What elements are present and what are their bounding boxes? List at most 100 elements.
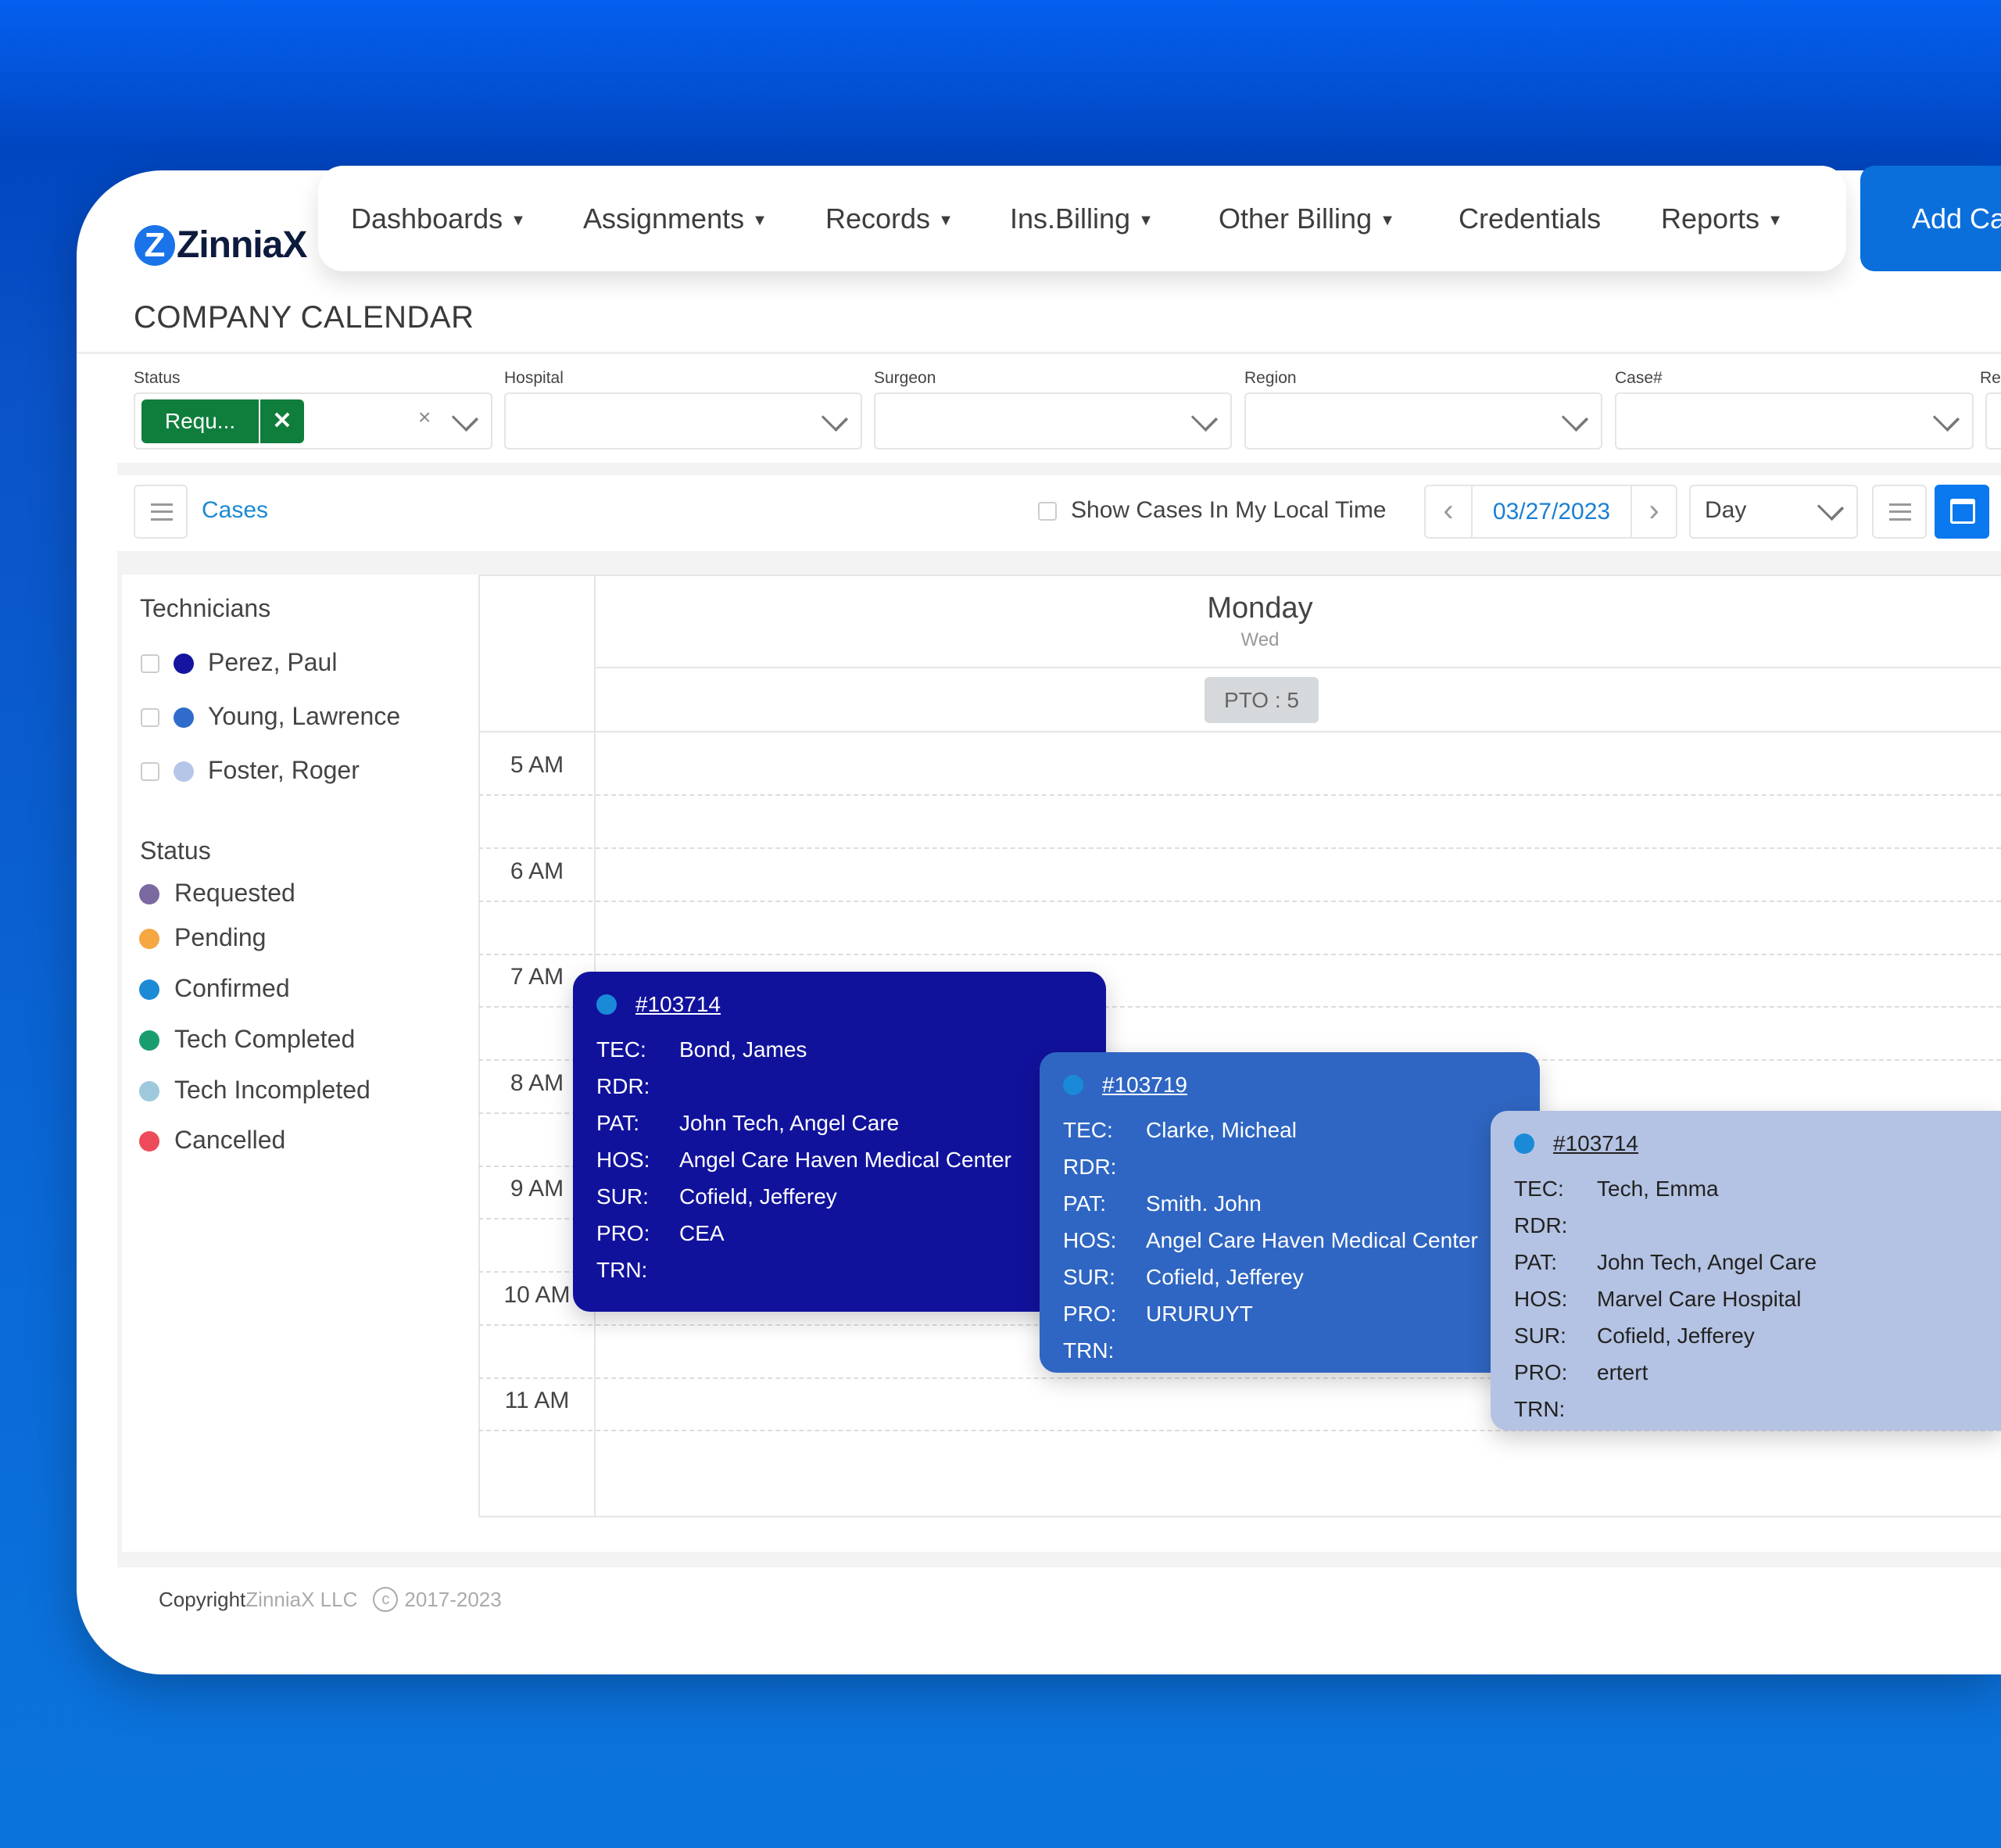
region-filter-label: Region: [1244, 369, 1297, 387]
case-event-card[interactable]: #103714 TEC: Tech, Emma RDR: PAT: John Tech, …: [1491, 1111, 2001, 1431]
technician-color-dot: [174, 654, 194, 674]
case-event-card[interactable]: #103719 TEC: Clarke, Micheal RDR: PAT: Smith.…: [1040, 1052, 1540, 1373]
case-field: TEC: Clarke, Micheal: [1063, 1112, 1516, 1148]
region-filter[interactable]: [1244, 392, 1602, 449]
cases-link[interactable]: Cases: [202, 497, 268, 524]
technician-checkbox[interactable]: [141, 654, 159, 673]
technician-color-dot: [174, 707, 194, 728]
case-filter[interactable]: [1615, 392, 1974, 449]
case-field-key: PAT:: [1514, 1249, 1557, 1274]
nav-item-records[interactable]: Records ▼: [825, 166, 954, 271]
pto-badge[interactable]: PTO : 5: [1205, 677, 1319, 723]
caret-down-icon: ▼: [938, 211, 954, 229]
sidebar-toggle-button[interactable]: [134, 485, 188, 539]
caret-down-icon: ▼: [1380, 211, 1395, 229]
technician-color-dot: [174, 761, 194, 782]
copyright-years: 2017-2023: [404, 1587, 502, 1611]
add-case-button[interactable]: Add Ca: [1860, 166, 2001, 271]
case-field: PRO: URURUYT: [1063, 1295, 1516, 1332]
status-legend-label: Tech Incompleted: [174, 1076, 370, 1104]
case-field-key: TEC:: [596, 1037, 646, 1062]
date-field[interactable]: 03/27/2023: [1473, 486, 1631, 537]
calendar-view-button[interactable]: [1935, 485, 1989, 539]
surgeon-filter-label: Surgeon: [874, 369, 936, 387]
footer: Copyright ZinniaX LLC c 2017-2023: [159, 1587, 502, 1612]
case-field: TRN:: [1063, 1332, 1516, 1369]
divider: [117, 551, 2001, 575]
prev-date-button[interactable]: ‹: [1426, 486, 1473, 537]
copyright-icon: c: [373, 1587, 399, 1612]
nav-item-credentials[interactable]: Credentials: [1459, 166, 1601, 271]
case-event-card[interactable]: #103714 TEC: Bond, James RDR: PAT: John Tech,…: [573, 972, 1106, 1312]
next-date-button[interactable]: ›: [1631, 486, 1676, 537]
case-field-value: John Tech, Angel Care: [1597, 1249, 1817, 1274]
status-legend-label: Confirmed: [174, 974, 290, 1002]
status-filter[interactable]: Requ... ✕ ×: [134, 392, 492, 449]
case-id: #103714: [635, 992, 721, 1016]
case-field-key: TEC:: [1514, 1176, 1564, 1201]
nav-item-label: Dashboards: [351, 202, 503, 235]
case-id-link[interactable]: #103714: [596, 989, 1083, 1020]
list-view-button[interactable]: [1872, 485, 1927, 539]
caret-down-icon: ▼: [510, 211, 526, 229]
status-color-dot: [139, 1030, 159, 1051]
case-field-value: John Tech, Angel Care: [679, 1110, 900, 1135]
case-id-link[interactable]: #103719: [1063, 1069, 1516, 1101]
chevron-down-icon: [1190, 404, 1219, 432]
case-field-value: Cofield, Jefferey: [1597, 1323, 1755, 1348]
view-select[interactable]: Day: [1689, 485, 1858, 539]
status-color-dot: [139, 1131, 159, 1151]
case-field-key: HOS:: [1063, 1227, 1117, 1252]
view-select-value: Day: [1705, 497, 1747, 523]
local-time-checkbox[interactable]: [1038, 502, 1057, 521]
technician-checkbox[interactable]: [141, 762, 159, 781]
hour-label: 11 AM: [504, 1388, 570, 1413]
case-field-value: Smith. John: [1146, 1191, 1262, 1216]
date-navigator: ‹ 03/27/2023 ›: [1424, 485, 1677, 539]
brand-name: ZinniaX: [177, 224, 307, 266]
case-field: HOS: Marvel Care Hospital: [1514, 1280, 1978, 1317]
copyright-text: Copyright: [159, 1587, 246, 1611]
case-field-value: CEA: [679, 1220, 725, 1245]
case-id: #103714: [1553, 1131, 1639, 1155]
nav-item-reports[interactable]: Reports ▼: [1661, 166, 1783, 271]
nav-item-assignments[interactable]: Assignments ▼: [583, 166, 768, 271]
nav-item-label: Reports: [1661, 202, 1760, 235]
technician-checkbox[interactable]: [141, 708, 159, 727]
divider: [77, 352, 2001, 354]
chevron-down-icon: [1817, 493, 1845, 521]
case-field: TRN:: [1514, 1391, 1978, 1427]
chevron-down-icon: [821, 404, 849, 432]
half-hour-line: [478, 900, 2001, 902]
chevron-down-icon: [1561, 404, 1589, 432]
nav-item-ins-billing[interactable]: Ins.Billing ▼: [1010, 166, 1154, 271]
case-field-key: TRN:: [596, 1257, 648, 1282]
caret-down-icon: ▼: [752, 211, 768, 229]
case-field-value: Bond, James: [679, 1037, 807, 1062]
case-field: HOS: Angel Care Haven Medical Center: [1063, 1222, 1516, 1259]
local-time-label: Show Cases In My Local Time: [1071, 497, 1387, 523]
day-subheader: Wed: [1240, 629, 1280, 650]
case-field: RDR:: [1063, 1148, 1516, 1185]
nav-item-other-billing[interactable]: Other Billing ▼: [1219, 166, 1395, 271]
status-color-dot: [139, 884, 159, 904]
case-field: PAT: John Tech, Angel Care: [596, 1105, 1083, 1141]
chip-remove-icon[interactable]: ✕: [260, 399, 304, 443]
case-id-link[interactable]: #103714: [1514, 1128, 1978, 1159]
nav-item-dashboards[interactable]: Dashboards ▼: [351, 166, 526, 271]
brand-logo[interactable]: Z ZinniaX: [134, 224, 307, 267]
case-field-value: URURUYT: [1146, 1301, 1253, 1326]
case-field-value: Angel Care Haven Medical Center: [1146, 1227, 1478, 1252]
case-field: PAT: Smith. John: [1063, 1185, 1516, 1222]
half-hour-line: [478, 794, 2001, 796]
extra-filter[interactable]: [1985, 392, 2001, 449]
list-icon: [151, 503, 173, 521]
case-field-key: SUR:: [596, 1184, 649, 1209]
case-field-key: PRO:: [1514, 1359, 1568, 1384]
surgeon-filter[interactable]: [874, 392, 1232, 449]
case-field-value: ertert: [1597, 1359, 1648, 1384]
list-icon: [1889, 503, 1911, 521]
clear-icon[interactable]: ×: [418, 405, 431, 430]
status-color-dot: [139, 1081, 159, 1101]
hospital-filter[interactable]: [504, 392, 862, 449]
